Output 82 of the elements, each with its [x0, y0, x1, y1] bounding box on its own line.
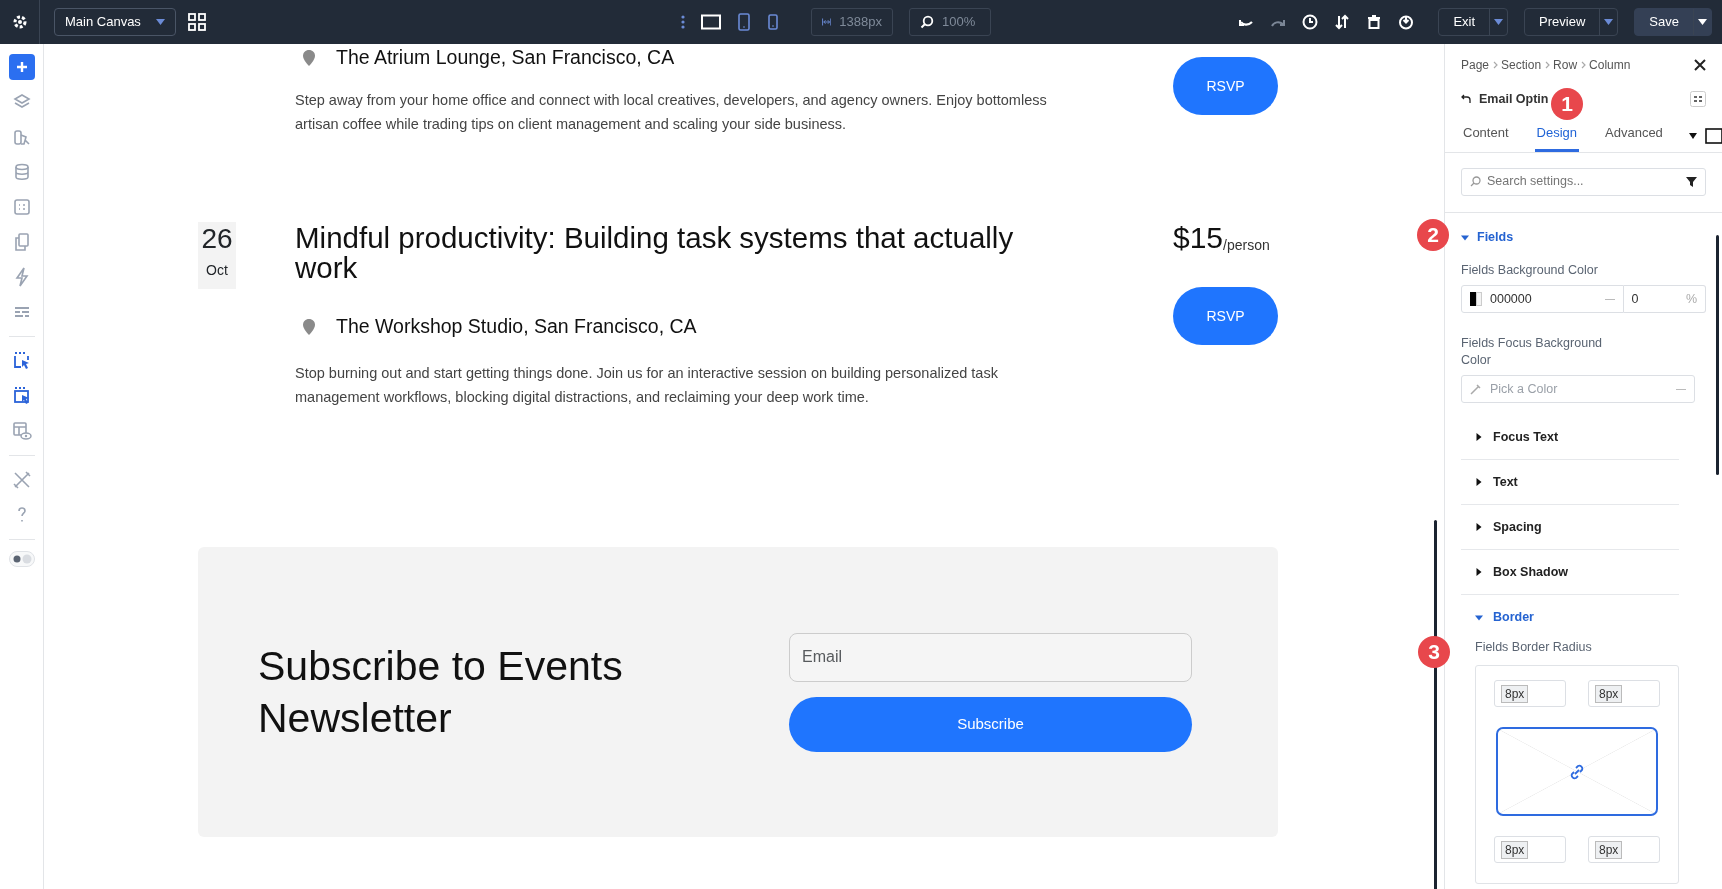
field-label: Fields Focus Background Color	[1461, 335, 1604, 370]
more-icon[interactable]	[681, 15, 685, 29]
caret-icon	[1698, 19, 1707, 25]
group-header[interactable]: Box Shadow	[1461, 550, 1679, 596]
clock-icon[interactable]	[1302, 14, 1319, 30]
phone-icon[interactable]	[767, 13, 779, 31]
caret-icon	[1604, 19, 1614, 25]
caret-icon[interactable]	[1688, 132, 1697, 139]
price-unit: /person	[1223, 237, 1270, 255]
breadcrumb-link[interactable]: Page	[1461, 56, 1490, 74]
power-icon[interactable]	[1398, 14, 1415, 30]
location-pin-icon	[302, 49, 316, 67]
group-header[interactable]: Fields	[1461, 226, 1706, 249]
location-pin-icon	[302, 318, 316, 336]
width-icon	[822, 15, 832, 29]
date-day: 26	[198, 222, 236, 256]
sort-icon[interactable]	[1334, 14, 1351, 30]
sliders-icon[interactable]	[1690, 91, 1706, 107]
caret-icon	[1494, 19, 1504, 25]
tab[interactable]: Advanced	[1603, 120, 1665, 152]
tablet-icon[interactable]	[737, 13, 751, 31]
close-icon[interactable]	[1694, 59, 1706, 71]
radius-field[interactable]: 8px	[1494, 680, 1566, 707]
caret-icon	[156, 19, 165, 25]
swatch-icon	[1470, 292, 1482, 307]
color-field[interactable]: 000000	[1461, 285, 1624, 314]
rsvp-button[interactable]: RSVP	[1173, 57, 1278, 115]
desktop-icon[interactable]	[1704, 127, 1722, 144]
split-button[interactable]: Preview	[1524, 8, 1619, 36]
trash-icon[interactable]	[1366, 14, 1383, 30]
tab[interactable]: Design	[1534, 120, 1579, 152]
opacity-field[interactable]: 0 %	[1623, 285, 1706, 314]
step-marker: 3	[1418, 636, 1450, 668]
caret-icon	[1475, 433, 1483, 442]
subscribe-button[interactable]: Subscribe	[789, 696, 1192, 752]
group-header[interactable]: Focus Text	[1461, 415, 1679, 461]
grid-icon[interactable]	[188, 13, 206, 31]
filter-icon[interactable]	[1686, 176, 1697, 187]
subscribe-heading: Subscribe to Events Newsletter	[258, 642, 624, 743]
event-title: Mindful productivity: Building task systems that actually work	[295, 222, 1015, 283]
group-header[interactable]: Border	[1461, 595, 1679, 641]
breadcrumb-link[interactable]: Row	[1553, 56, 1578, 74]
zoom-field[interactable]: 100%	[909, 8, 991, 36]
link-toggle[interactable]	[1496, 727, 1658, 816]
theme-toggle[interactable]	[8, 551, 35, 567]
link-icon	[1569, 763, 1585, 780]
caret-icon	[1461, 233, 1469, 242]
add-button[interactable]	[8, 54, 35, 80]
search-icon	[1470, 176, 1481, 187]
search-icon	[920, 15, 934, 29]
group-header[interactable]: Spacing	[1461, 505, 1679, 551]
event-description: Stop burning out and start getting things done. Join us for an interactive session on building personalized task management workflows, blocking digital distractions, and reclaiming your deep work time.	[295, 364, 999, 407]
split-button[interactable]: Exit	[1438, 8, 1509, 36]
radius-field[interactable]: 8px	[1588, 680, 1660, 707]
group-header[interactable]: Text	[1461, 460, 1679, 506]
caret-icon	[1475, 478, 1483, 487]
canvas-select[interactable]: Main Canvas	[54, 8, 176, 36]
field-label: Fields Background Color	[1461, 261, 1599, 279]
radius-field[interactable]: 8px	[1588, 836, 1660, 863]
radius-field[interactable]: 8px	[1494, 836, 1566, 863]
module-name: Email Optin	[1479, 90, 1549, 108]
step-marker: 1	[1551, 88, 1583, 120]
step-marker: 2	[1417, 219, 1449, 251]
search-field[interactable]: Search settings...	[1461, 167, 1706, 196]
caret-icon	[1475, 613, 1483, 622]
tab[interactable]: Content	[1461, 120, 1511, 152]
caret-icon	[1475, 568, 1483, 577]
back-icon[interactable]	[1461, 94, 1471, 104]
email-field[interactable]: Email	[789, 632, 1192, 682]
eyedropper-icon	[1470, 383, 1482, 396]
event-location: The Workshop Studio, San Francisco, CA	[336, 314, 697, 340]
field-label: Fields Border Radius	[1474, 639, 1593, 657]
rsvp-button[interactable]: RSVP	[1173, 287, 1278, 345]
split-button[interactable]: Save	[1634, 8, 1712, 36]
event-price: $15	[1173, 222, 1224, 254]
width-field[interactable]: 1388px	[811, 8, 893, 36]
breadcrumb-link[interactable]: Section	[1501, 56, 1542, 74]
event-location: The Atrium Lounge, San Francisco, CA	[336, 45, 675, 71]
event-description: Step away from your home office and connect with local creatives, developers, and agency owners. Enjoy bottomless artisan coffee while trading tips on client management and scaling your side business.	[295, 91, 1048, 134]
breadcrumb-link[interactable]: Column	[1589, 56, 1631, 74]
caret-icon	[1475, 523, 1483, 532]
date-month: Oct	[205, 261, 229, 280]
